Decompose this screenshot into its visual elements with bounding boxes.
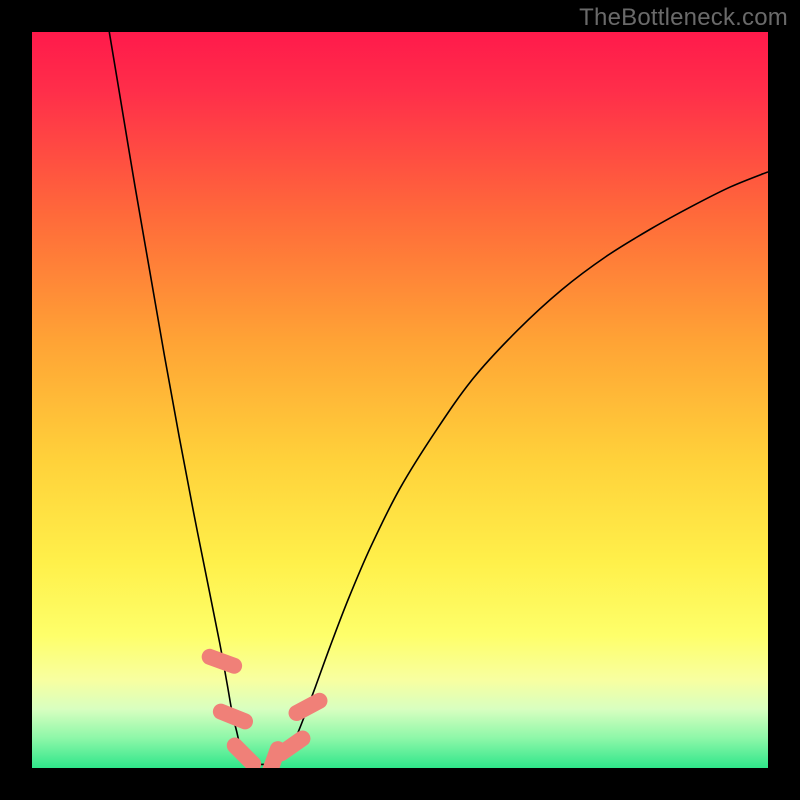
plot-svg <box>32 32 768 768</box>
chart-frame: TheBottleneck.com <box>0 0 800 800</box>
gradient-background <box>32 32 768 768</box>
plot-area <box>32 32 768 768</box>
watermark-text: TheBottleneck.com <box>579 4 788 32</box>
